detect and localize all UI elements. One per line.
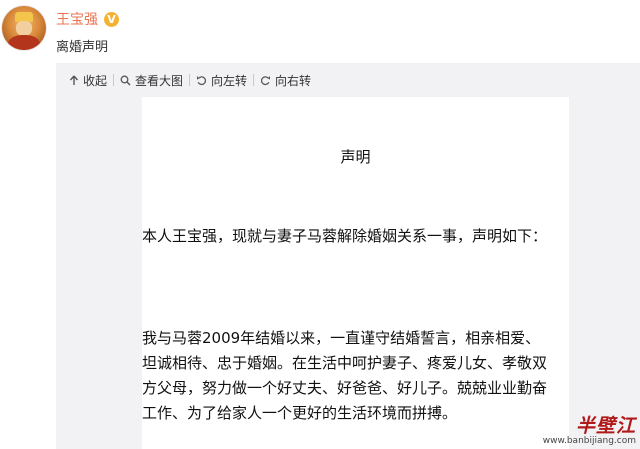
rotate-right-icon [260, 75, 271, 85]
watermark-title: 半壁江 [575, 415, 636, 437]
collapse-arrow-icon [69, 75, 79, 85]
statement-paragraph-2: 我与马蓉2009年结婚以来，一直谨守结婚誓言，相亲相爱、坦诚相待、忠于婚姻。在生… [142, 329, 548, 422]
toolbar-divider [253, 74, 255, 86]
avatar-robe [8, 35, 40, 50]
username-row: 王宝强 V [56, 9, 119, 29]
statement-title: 声明 [340, 148, 371, 166]
username-link[interactable]: 王宝强 [56, 9, 98, 29]
toolbar-divider [113, 74, 115, 86]
statement-paragraph-1: 本人王宝强，现就与妻子马蓉解除婚姻关系一事，声明如下： [142, 227, 548, 245]
avatar-face [16, 21, 32, 36]
rotate-left-label: 向左转 [211, 73, 248, 88]
watermark-url: www.banbijiang.com [542, 436, 636, 446]
collapse-button[interactable]: 收起 [69, 72, 107, 89]
statement-image[interactable]: 声明 本人王宝强，现就与妻子马蓉解除婚姻关系一事，声明如下： 我与马蓉2009年… [142, 97, 569, 449]
view-large-button[interactable]: 查看大图 [120, 72, 183, 89]
collapse-label: 收起 [83, 73, 108, 88]
verified-badge-icon[interactable]: V [104, 11, 119, 27]
magnifier-icon [120, 75, 131, 86]
view-large-label: 查看大图 [135, 73, 184, 88]
rotate-right-label: 向右转 [275, 73, 312, 88]
site-watermark: 半壁江 www.banbijiang.com [543, 416, 636, 446]
post-text: 离婚声明 [56, 40, 109, 55]
rotate-left-button[interactable]: 向左转 [196, 72, 247, 89]
media-box: 收起 查看大图 向左转 向右转 声明 本人王宝强，现就与妻子马蓉解除婚姻关系一事… [56, 63, 640, 449]
toolbar-divider [189, 74, 191, 86]
rotate-left-icon [197, 75, 207, 85]
avatar[interactable] [2, 6, 46, 50]
image-toolbar: 收起 查看大图 向左转 向右转 [56, 63, 311, 97]
rotate-right-button[interactable]: 向右转 [260, 72, 311, 89]
